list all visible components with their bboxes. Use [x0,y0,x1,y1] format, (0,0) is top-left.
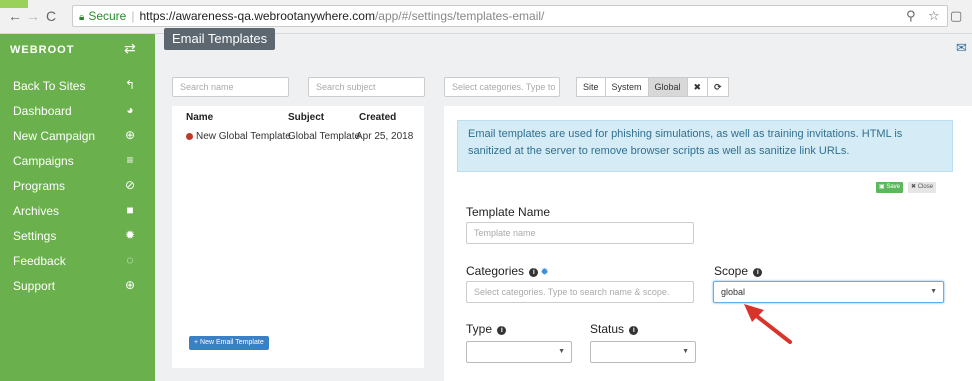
filter-site-button[interactable]: Site [576,77,606,97]
reload-icon[interactable]: C [46,8,56,24]
extension-icon[interactable]: ▢ [950,8,962,24]
sidebar-item-label: Campaigns [13,154,74,168]
sidebar-item-archives[interactable]: Archives ■ [0,199,155,224]
categories-input[interactable]: Select categories. Type to search name &… [466,281,694,303]
info-alert: Email templates are used for phishing si… [457,120,953,172]
back-arrow-icon: ↰ [124,78,136,92]
annotation-arrow-icon [744,304,792,344]
template-name-input[interactable]: Template name [466,222,694,244]
sidebar-item-label: Programs [13,179,66,193]
info-icon: i [529,268,539,277]
scope-filter-group: Site System Global ✖ ⟳ [576,77,729,97]
green-corner-marker [0,0,28,8]
categories-label-text: Categories [466,264,525,278]
sidebar-item-label: Feedback [13,254,66,268]
template-name-label: Template Name [466,205,551,219]
gear-icon: ✹ [124,228,136,242]
sidebar-item-settings[interactable]: Settings ✹ [0,224,155,249]
comment-icon: ◌ [126,253,134,267]
scope-label-text: Scope [714,264,749,278]
settings-cog-icon[interactable]: ✹ [540,267,548,278]
search-name-input[interactable]: Search name [172,77,289,97]
clock-icon: ⊘ [124,178,136,192]
info-icon: i [629,326,639,335]
scope-label: Scope i [714,264,763,278]
row-name: New Global Template [196,131,291,142]
sidebar-item-label: Dashboard [13,104,72,118]
chevron-down-icon: ▼ [682,348,689,355]
url-path: /app/#/settings/templates-email/ [374,9,545,23]
envelope-icon[interactable]: ✉ [956,40,967,56]
refresh-icon[interactable]: ⟳ [707,77,729,97]
brand-logo: WEBROOT [10,44,75,56]
column-header-name: Name [186,112,214,123]
filter-global-button[interactable]: Global [647,77,688,97]
scope-value: global [721,287,746,297]
sidebar-item-support[interactable]: Support ⊕ [0,274,155,299]
sidebar: WEBROOT ⇄ Back To Sites ↰ Dashboard ◕ Ne… [0,34,155,381]
secure-label: Secure [88,9,127,23]
filter-categories-input[interactable]: Select categories. Type to [444,77,560,97]
lock-icon: 🔒︎ [79,12,85,23]
status-dot-icon [186,132,193,140]
sidebar-item-programs[interactable]: Programs ⊘ [0,174,155,199]
sidebar-item-campaigns[interactable]: Campaigns ≡ [0,149,155,174]
clear-filter-icon[interactable]: ✖ [686,77,709,97]
filter-system-button[interactable]: System [604,77,649,97]
save-button[interactable]: ▣ Save [876,182,904,193]
info-icon: i [753,268,763,277]
chevron-down-icon: ▼ [558,348,565,355]
archive-icon: ■ [126,203,134,217]
page-title: Email Templates [164,28,276,50]
chevron-down-icon: ▼ [930,288,937,295]
row-subject: Global Template [288,131,361,142]
status-label: Status i [590,322,639,336]
url-host: https://awareness-qa.webrootanywhere.com [139,9,375,23]
back-icon[interactable]: ← [8,8,22,24]
plus-circle-icon: ⊕ [124,128,136,142]
save-label: Save [886,184,901,190]
status-select[interactable]: ▼ [590,341,696,363]
sidebar-item-dashboard[interactable]: Dashboard ◕ [0,99,155,124]
search-subject-input[interactable]: Search subject [308,77,425,97]
browser-toolbar: ← → C 🔒︎ Secure | https://awareness-qa.webr… [0,0,972,34]
sidebar-item-label: Archives [13,204,60,218]
forward-icon[interactable]: → [26,8,40,24]
list-icon: ≡ [126,153,134,167]
zoom-icon[interactable]: ⚲ [906,8,916,24]
status-label-text: Status [590,322,625,336]
sidebar-item-label: Support [13,279,56,293]
new-email-template-button[interactable]: + New Email Template [189,336,269,350]
address-bar[interactable]: 🔒︎ Secure | https://awareness-qa.webrootany… [72,5,948,27]
type-label-text: Type [466,322,493,336]
type-label: Type i [466,322,507,336]
sidebar-item-label: Back To Sites [13,79,86,93]
categories-label: Categories i ✹ [466,264,549,278]
type-select[interactable]: ▼ [466,341,572,363]
swap-icon[interactable]: ⇄ [124,40,136,57]
dashboard-icon: ◕ [126,103,134,117]
sidebar-item-back-to-sites[interactable]: Back To Sites ↰ [0,74,155,99]
column-header-subject: Subject [288,112,325,123]
row-created: Apr 25, 2018 [356,131,414,142]
sidebar-item-new-campaign[interactable]: New Campaign ⊕ [0,124,155,149]
sidebar-item-label: Settings [13,229,57,243]
close-button[interactable]: ✖ Close [908,182,937,193]
lifebuoy-icon: ⊕ [124,278,136,292]
template-list: Name Subject Created New Global Template… [172,106,424,368]
sidebar-item-feedback[interactable]: Feedback ◌ [0,249,155,274]
column-header-created: Created [359,112,397,123]
star-icon[interactable]: ☆ [928,8,940,24]
sidebar-item-label: New Campaign [13,129,96,143]
info-icon: i [497,326,507,335]
